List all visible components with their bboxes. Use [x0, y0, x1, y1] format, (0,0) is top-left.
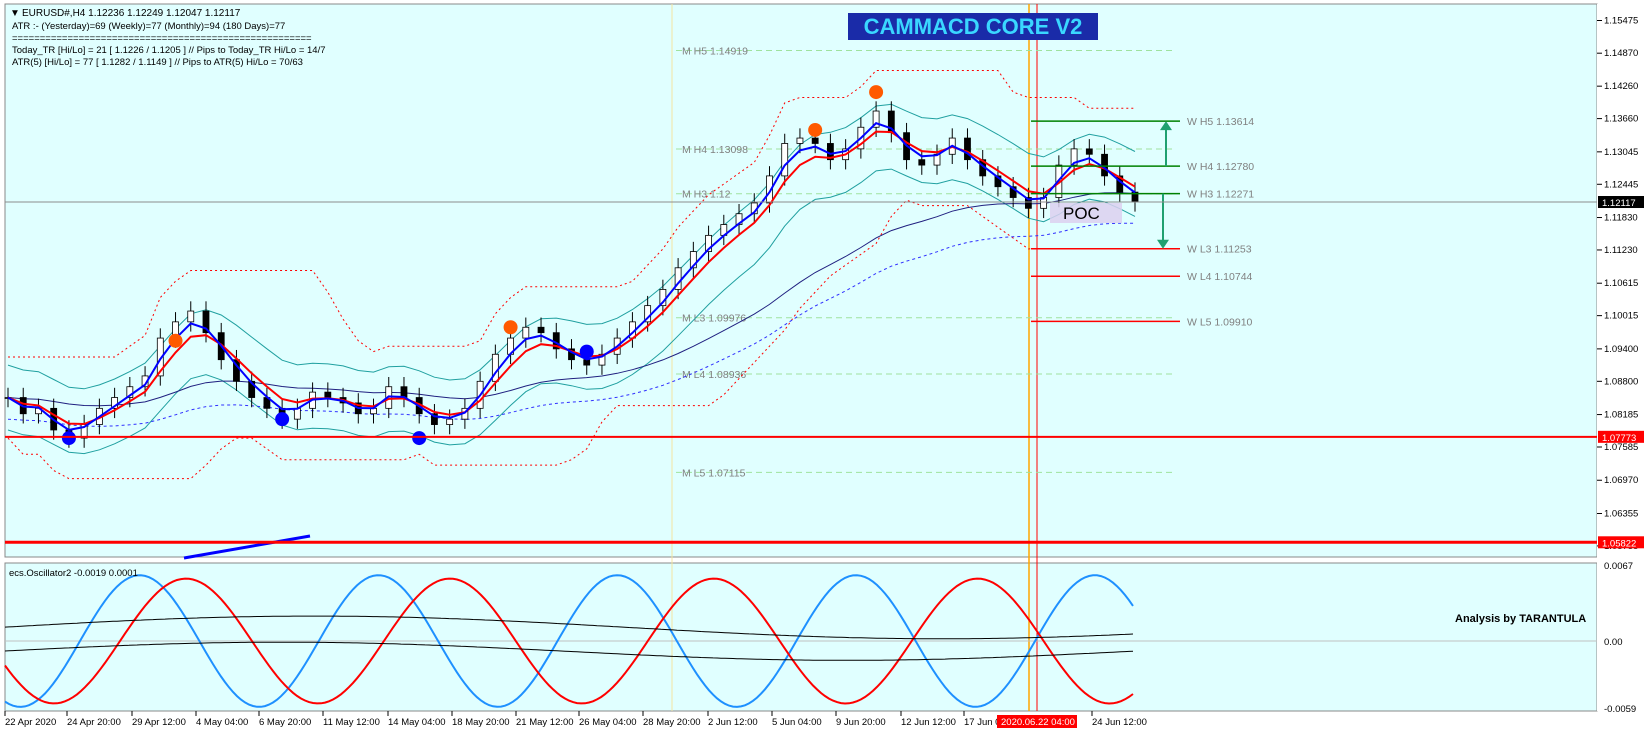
- weekly-level-label: W L5 1.09910: [1187, 316, 1253, 328]
- chart-title-banner: CAMMACD CORE V2: [864, 14, 1083, 39]
- candle-body: [964, 137, 971, 161]
- monthly-level-label: M L3 1.09976: [682, 313, 746, 325]
- price-axis-area: [1597, 4, 1646, 711]
- info-line-separator: ========================================…: [12, 33, 312, 44]
- chart-canvas[interactable]: M H5 1.14919 M H4 1.13098 M H3 1.12 M L3 1.…: [0, 0, 1646, 733]
- candle-body: [187, 310, 195, 323]
- monthly-level-label: M L4 1.08936: [682, 369, 746, 381]
- oscillator-header: ecs.Oscillator2 -0.0019 0.0001: [9, 568, 138, 579]
- price-tick-label: 1.10615: [1604, 278, 1638, 289]
- time-tick-label: 14 May 04:00: [388, 717, 446, 728]
- price-tick-label: 1.14260: [1604, 81, 1638, 92]
- candle-body: [324, 391, 332, 398]
- weekly-level-label: W H3 1.12271: [1187, 189, 1254, 201]
- triangle-down-icon[interactable]: ▼: [10, 8, 20, 19]
- price-tick-label: 1.13660: [1604, 114, 1638, 125]
- weekly-level-label: W H4 1.12780: [1187, 161, 1254, 173]
- time-tick-label: 9 Jun 20:00: [836, 717, 886, 728]
- time-tick-label: 17 Jun 0: [964, 717, 1000, 728]
- price-tick-label: 1.09400: [1604, 344, 1638, 355]
- weekly-level-label: W L4 1.10744: [1187, 271, 1253, 283]
- candle-body: [446, 418, 454, 425]
- time-tick-label: 24 Apr 20:00: [67, 717, 121, 728]
- analysis-note: Analysis by TARANTULA: [1455, 613, 1586, 625]
- info-line-today-tr: Today_TR [Hi/Lo] = 21 [ 1.1226 / 1.1205 …: [12, 45, 326, 56]
- poc-label: POC: [1063, 204, 1100, 223]
- time-tick-label: 26 May 04:00: [579, 717, 637, 728]
- oscillator-pane[interactable]: [4, 562, 1598, 712]
- time-tick-label: 2 Jun 12:00: [708, 717, 758, 728]
- main-pane[interactable]: [4, 3, 1598, 558]
- oscillator-tick-label: 0.00: [1604, 637, 1623, 648]
- candle-body: [537, 326, 545, 334]
- time-tick-label: 24 Jun 12:00: [1092, 717, 1147, 728]
- candle-body: [400, 386, 408, 398]
- price-tick-label: 1.12445: [1604, 179, 1638, 190]
- monthly-level-label: M H3 1.12: [682, 189, 731, 201]
- price-label: 1.12117: [1602, 198, 1636, 209]
- buy-signal-dot: [61, 431, 76, 446]
- price-tick-label: 1.08800: [1604, 376, 1638, 387]
- price-label: 1.07773: [1602, 433, 1636, 444]
- candle-body: [522, 326, 530, 339]
- sell-signal-dot: [808, 122, 823, 137]
- price-tick-label: 1.08185: [1604, 410, 1638, 421]
- buy-signal-dot: [412, 431, 427, 446]
- sell-signal-dot: [503, 320, 518, 335]
- time-highlight-label: 2020.06.22 04:00: [1001, 717, 1075, 728]
- buy-signal-dot: [275, 412, 290, 427]
- monthly-level-label: M L5 1.07115: [682, 467, 746, 479]
- info-line-atr: ATR :- (Yesterday)=69 (Weekly)=77 (Month…: [12, 21, 285, 32]
- candle-body: [583, 359, 591, 366]
- time-tick-label: 18 May 20:00: [452, 717, 510, 728]
- time-tick-label: 5 Jun 04:00: [772, 717, 822, 728]
- sell-signal-dot: [869, 85, 884, 100]
- candle-body: [811, 137, 819, 144]
- time-tick-label: 11 May 12:00: [323, 717, 380, 728]
- oscillator-tick-label: 0.0067: [1604, 561, 1633, 572]
- candle-body: [293, 407, 301, 420]
- weekly-level-label: W H5 1.13614: [1187, 116, 1254, 128]
- time-tick-label: 12 Jun 12:00: [901, 717, 956, 728]
- time-tick-label: 28 May 20:00: [643, 717, 701, 728]
- price-label: 1.05822: [1602, 538, 1636, 549]
- time-tick-label: 29 Apr 12:00: [132, 717, 186, 728]
- trading-chart[interactable]: M H5 1.14919 M H4 1.13098 M H3 1.12 M L3 1.…: [0, 0, 1646, 733]
- candle-body: [1085, 148, 1093, 155]
- time-tick-label: 4 May 04:00: [196, 717, 248, 728]
- weekly-level-label: W L3 1.11253: [1187, 244, 1252, 256]
- price-tick-label: 1.15475: [1604, 15, 1638, 26]
- sell-signal-dot: [168, 333, 183, 348]
- candle-body: [796, 137, 804, 144]
- symbol-header: EURUSD#,H4 1.12236 1.12249 1.12047 1.121…: [22, 8, 241, 19]
- oscillator-tick-label: -0.0059: [1604, 704, 1636, 715]
- price-tick-label: 1.11230: [1604, 245, 1638, 256]
- buy-signal-dot: [579, 344, 594, 359]
- price-tick-label: 1.06970: [1604, 475, 1638, 486]
- price-tick-label: 1.10015: [1604, 311, 1638, 322]
- price-tick-label: 1.13045: [1604, 147, 1638, 158]
- candle-body: [918, 159, 926, 166]
- monthly-level-label: M H4 1.13098: [682, 144, 748, 156]
- time-tick-label: 22 Apr 2020: [5, 717, 56, 728]
- time-tick-label: 21 May 12:00: [516, 717, 574, 728]
- price-tick-label: 1.14870: [1604, 48, 1638, 59]
- time-tick-label: 6 May 20:00: [259, 717, 311, 728]
- price-tick-label: 1.11830: [1604, 213, 1638, 224]
- candle-body: [1101, 153, 1108, 177]
- info-line-atr5: ATR(5) [Hi/Lo] = 77 [ 1.1282 / 1.1149 ] …: [12, 57, 303, 68]
- price-tick-label: 1.06355: [1604, 508, 1638, 519]
- monthly-level-label: M H5 1.14919: [682, 46, 748, 58]
